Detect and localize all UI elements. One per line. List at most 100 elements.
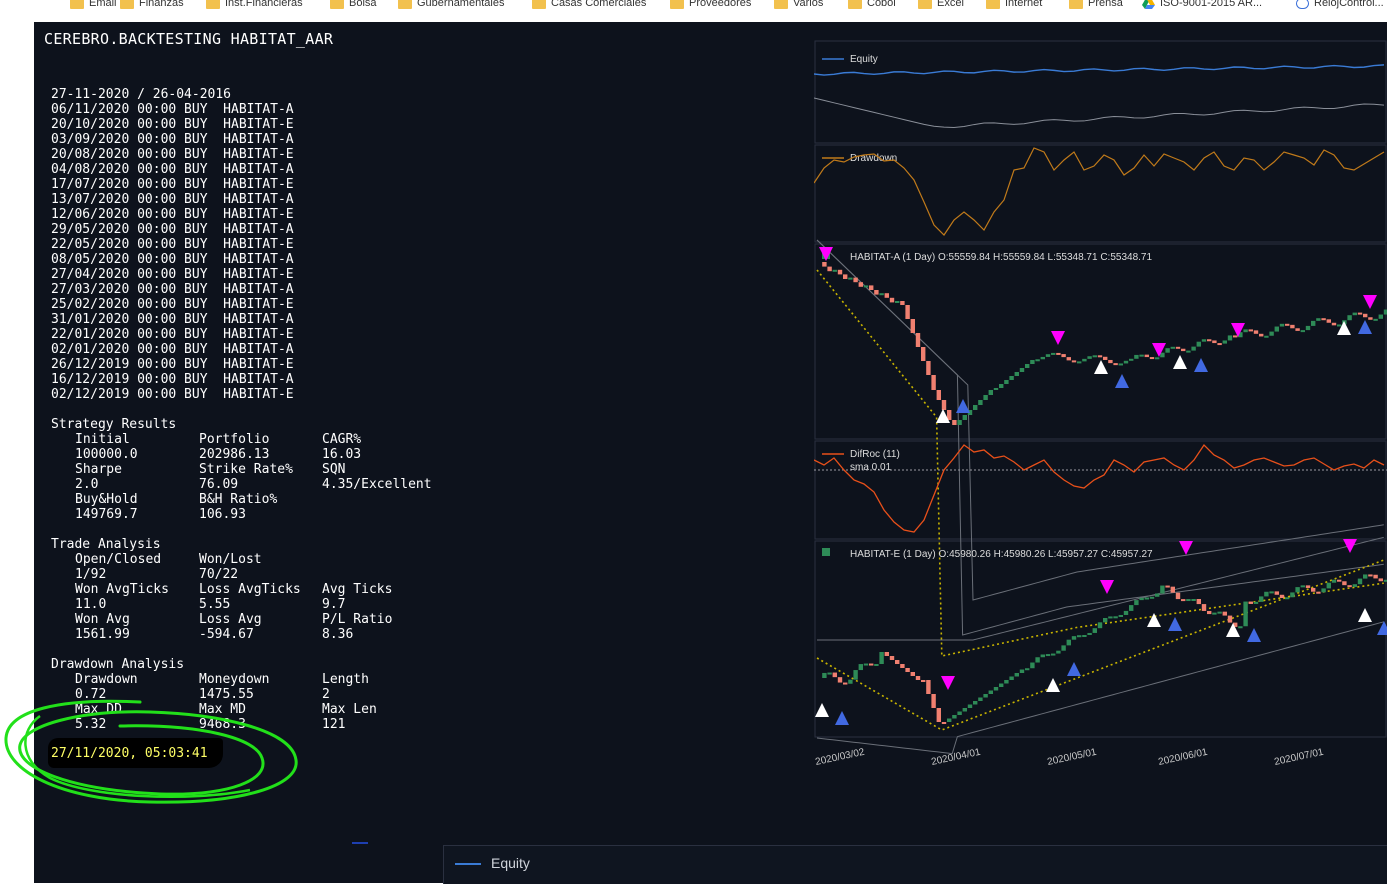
habitat-a-candle — [1243, 329, 1248, 333]
trade-analysis-cell: Won/Lost — [199, 552, 262, 567]
habitat-e-candle — [1040, 654, 1045, 658]
sell-marker — [1051, 331, 1065, 345]
habitat-e-candle — [1300, 585, 1305, 588]
bookmark-item[interactable]: RelojControl... — [1296, 0, 1384, 10]
bookmark-label: Internet — [1005, 0, 1043, 9]
habitat-a-candle — [1295, 328, 1300, 331]
bookmark-item[interactable]: Email — [70, 0, 117, 10]
drawdown-analysis-cell: 2 — [322, 687, 330, 702]
strategy-results-cell: 76.09 — [199, 477, 239, 492]
habitat-a-candle — [1378, 314, 1383, 319]
habitat-e-candle — [1274, 591, 1279, 595]
habitat-a-candle — [1290, 324, 1295, 329]
exit-marker — [1337, 321, 1351, 335]
habitat-a-candle — [926, 361, 931, 375]
bookmark-item[interactable]: Gubernamentales — [398, 0, 504, 10]
habitat-e-candle — [1103, 618, 1108, 623]
trade-analysis-cell: Won Avg — [75, 612, 130, 627]
habitat-a-candle — [1123, 360, 1129, 364]
habitat-a-candle — [1311, 320, 1316, 326]
bookmark-item[interactable]: Finanzas — [120, 0, 184, 10]
habitat-a-candle — [1274, 326, 1279, 332]
bookmark-label: Bolsa — [349, 0, 377, 9]
bookmark-item[interactable]: ISO-9001-2015 AR... — [1142, 0, 1262, 10]
habitat-a-candle — [1092, 355, 1097, 358]
folder-icon — [670, 0, 684, 9]
habitat-a-candle — [900, 301, 905, 305]
chart-panel-frame — [814, 40, 1387, 144]
habitat-a-candle — [1357, 312, 1363, 315]
habitat-e-candle — [952, 715, 957, 719]
habitat-e-candle — [1149, 596, 1155, 599]
habitat-a-candle — [1259, 333, 1264, 337]
habitat-a-candle — [822, 262, 827, 267]
sell-marker — [1231, 323, 1245, 337]
sell-marker — [941, 676, 955, 690]
bookmark-item[interactable]: Internet — [986, 0, 1042, 10]
bookmark-item[interactable]: Prensa — [1069, 0, 1123, 10]
bookmark-item[interactable]: Excel — [918, 0, 964, 10]
habitat-a-candle — [1045, 354, 1051, 357]
bookmark-item[interactable]: Cobol — [848, 0, 896, 10]
bookmark-item[interactable]: Varios — [774, 0, 823, 10]
strategy-results-cell: B&H Ratio% — [199, 492, 278, 507]
habitat-e-candle — [1248, 601, 1253, 604]
drawdown-legend-label: Drawdown — [850, 153, 897, 164]
bookmark-item[interactable]: Bolsa — [330, 0, 377, 10]
trade-row: 13/07/2020 00:00 BUY HABITAT-A — [51, 192, 294, 207]
habitat-e-candle — [1035, 657, 1040, 663]
habitat-a-candle — [952, 420, 957, 425]
trade-analysis-cell: 1561.99 — [75, 627, 130, 642]
buy-marker — [1247, 628, 1261, 642]
sell-marker — [1363, 295, 1377, 309]
clock-link-icon — [1296, 0, 1309, 9]
habitat-a-legend-label: HABITAT-A (1 Day) O:55559.84 H:55559.84 … — [850, 252, 1152, 263]
folder-icon — [70, 0, 84, 9]
bookmark-item[interactable]: Casas Comerciales — [532, 0, 646, 10]
habitat-a-candle — [1331, 322, 1337, 326]
habitat-a-candle — [853, 277, 858, 283]
habitat-a-candle — [1139, 354, 1144, 357]
habitat-e-candle — [973, 701, 978, 705]
habitat-a-candle — [884, 293, 889, 298]
habitat-a-candle — [978, 400, 983, 405]
habitat-a-candle — [1040, 356, 1045, 360]
bookmark-item[interactable]: Proveedores — [670, 0, 751, 10]
habitat-e-candle — [1056, 650, 1061, 654]
bookmark-item[interactable]: Inst.Financieras — [206, 0, 303, 10]
trade-row: 29/05/2020 00:00 BUY HABITAT-A — [51, 222, 294, 237]
habitat-e-candle — [863, 663, 869, 666]
habitat-e-candle — [837, 677, 843, 683]
habitat-e-candle — [1227, 615, 1233, 623]
habitat-e-candle — [1186, 599, 1191, 602]
exit-marker — [1046, 678, 1060, 692]
chart-panel-frame — [814, 540, 1387, 738]
habitat-a-candle — [1191, 346, 1196, 351]
habitat-e-candle — [1363, 574, 1368, 579]
habitat-a-candle — [1149, 357, 1155, 360]
sma-legend-label: sma 0.01 — [850, 462, 892, 473]
habitat-a-candle — [999, 384, 1004, 388]
x-axis-tick-label: 2020/03/02 — [814, 747, 866, 768]
drawdown-analysis-cell: Moneydown — [199, 672, 270, 687]
trade-analysis-cell: -594.67 — [199, 627, 254, 642]
habitat-a-candle — [1113, 363, 1118, 366]
trade-analysis-cell: Avg Ticks — [322, 582, 393, 597]
habitat-e-candle — [1165, 585, 1170, 588]
habitat-a-candle — [1129, 358, 1134, 361]
habitat-a-candle — [1030, 360, 1035, 364]
habitat-a-candle — [1347, 315, 1352, 321]
trade-row: 27/03/2020 00:00 BUY HABITAT-A — [51, 282, 294, 297]
habitat-e-candle — [1139, 597, 1144, 601]
trade-analysis-cell: 5.55 — [199, 597, 231, 612]
strategy-results-cell: Portfolio — [199, 432, 270, 447]
trade-analysis-cell: 8.36 — [322, 627, 354, 642]
habitat-e-candle — [1066, 639, 1071, 646]
habitat-a-candle — [1066, 357, 1071, 361]
buy-marker — [1168, 617, 1182, 631]
trade-analysis-cell: 1/92 — [75, 567, 107, 582]
habitat-e-candle — [1243, 601, 1248, 627]
exit-marker — [1173, 355, 1187, 369]
drawdown-analysis-cell: 121 — [322, 717, 346, 732]
bollinger-lower — [816, 621, 1384, 755]
